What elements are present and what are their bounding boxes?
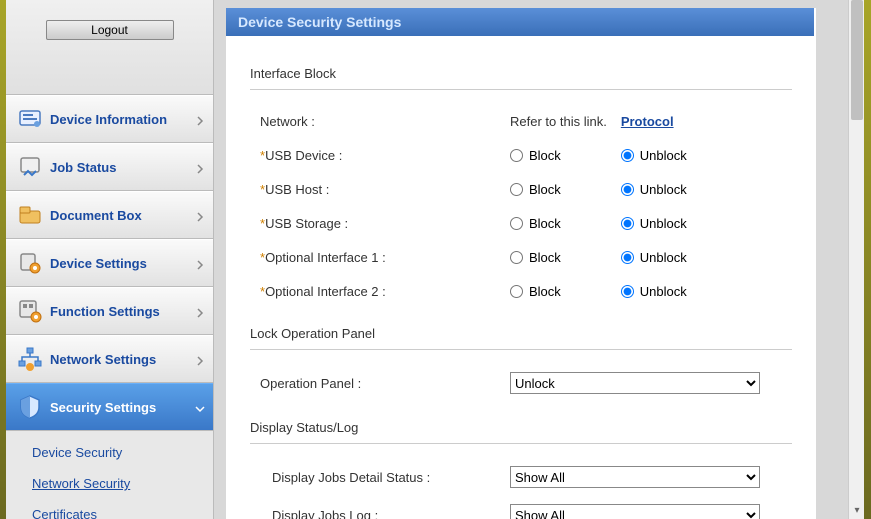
usb-storage-unblock[interactable]: Unblock	[621, 216, 687, 231]
chevron-right-icon	[195, 306, 205, 316]
nav-label: Security Settings	[50, 400, 156, 415]
row-label-opt-if2: Optional Interface 2 :	[265, 284, 386, 299]
row-label-usb-device: USB Device :	[265, 148, 342, 163]
subnav-network-security[interactable]: Network Security	[6, 468, 213, 499]
subnav-certificates[interactable]: Certificates	[6, 499, 213, 519]
nav-security-settings[interactable]: Security Settings	[6, 383, 213, 431]
row-optional-interface-1: *Optional Interface 1 : Block Unblock	[250, 240, 792, 274]
document-box-icon	[16, 201, 44, 229]
section-display-status-title: Display Status/Log	[250, 420, 792, 435]
nav-label: Document Box	[50, 208, 142, 223]
nav-function-settings[interactable]: Function Settings	[6, 287, 213, 335]
divider	[250, 443, 792, 444]
device-info-icon	[16, 105, 44, 133]
row-operation-panel: Operation Panel : Unlock	[250, 364, 792, 402]
row-usb-device: *USB Device : Block Unblock	[250, 138, 792, 172]
usb-device-block[interactable]: Block	[510, 148, 561, 163]
section-interface-block-title: Interface Block	[250, 66, 792, 81]
subnav-security: Device Security Network Security Certifi…	[6, 431, 213, 519]
usb-device-unblock[interactable]: Unblock	[621, 148, 687, 163]
divider	[250, 89, 792, 90]
chevron-down-icon	[195, 402, 205, 412]
row-label-operation-panel: Operation Panel :	[260, 376, 510, 391]
sidebar: Logout Device Information Job Status Doc…	[6, 0, 214, 519]
chevron-right-icon	[195, 162, 205, 172]
usb-host-unblock[interactable]: Unblock	[621, 182, 687, 197]
nav-label: Network Settings	[50, 352, 156, 367]
jobs-detail-status-select[interactable]: Show All	[510, 466, 760, 488]
nav-device-information[interactable]: Device Information	[6, 95, 213, 143]
network-hint: Refer to this link.	[510, 114, 607, 129]
nav-label: Device Information	[50, 112, 167, 127]
subnav-device-security[interactable]: Device Security	[6, 437, 213, 468]
jobs-log-select[interactable]: Show All	[510, 504, 760, 519]
scroll-down-icon[interactable]: ▾	[852, 505, 862, 515]
row-usb-storage: *USB Storage : Block Unblock	[250, 206, 792, 240]
row-label-usb-host: USB Host :	[265, 182, 329, 197]
chevron-right-icon	[195, 258, 205, 268]
settings-panel: Device Security Settings Interface Block…	[226, 8, 816, 519]
logout-area: Logout	[6, 0, 213, 95]
nav-job-status[interactable]: Job Status	[6, 143, 213, 191]
divider	[250, 349, 792, 350]
nav-label: Device Settings	[50, 256, 147, 271]
logout-button[interactable]: Logout	[46, 20, 174, 40]
chevron-right-icon	[195, 210, 205, 220]
nav-label: Function Settings	[50, 304, 160, 319]
opt-if1-block[interactable]: Block	[510, 250, 561, 265]
opt-if1-unblock[interactable]: Unblock	[621, 250, 687, 265]
vertical-scrollbar[interactable]: ▾	[848, 0, 864, 519]
nav-document-box[interactable]: Document Box	[6, 191, 213, 239]
row-jobs-log: Display Jobs Log : Show All	[250, 496, 792, 519]
nav-label: Job Status	[50, 160, 116, 175]
section-lock-panel-title: Lock Operation Panel	[250, 326, 792, 341]
scrollbar-thumb[interactable]	[851, 0, 863, 120]
row-label-usb-storage: USB Storage :	[265, 216, 348, 231]
function-settings-icon	[16, 297, 44, 325]
row-jobs-detail-status: Display Jobs Detail Status : Show All	[250, 458, 792, 496]
nav-network-settings[interactable]: Network Settings	[6, 335, 213, 383]
chevron-right-icon	[195, 114, 205, 124]
nav-device-settings[interactable]: Device Settings	[6, 239, 213, 287]
shield-icon	[16, 393, 44, 421]
network-settings-icon	[16, 345, 44, 373]
row-label-jobs-detail: Display Jobs Detail Status :	[272, 470, 510, 485]
row-optional-interface-2: *Optional Interface 2 : Block Unblock	[250, 274, 792, 308]
opt-if2-block[interactable]: Block	[510, 284, 561, 299]
protocol-link[interactable]: Protocol	[621, 114, 674, 129]
row-network: Network : Refer to this link. Protocol	[250, 104, 792, 138]
opt-if2-unblock[interactable]: Unblock	[621, 284, 687, 299]
main-content: Device Security Settings Interface Block…	[214, 0, 864, 519]
operation-panel-select[interactable]: Unlock	[510, 372, 760, 394]
panel-title: Device Security Settings	[226, 8, 814, 36]
device-settings-icon	[16, 249, 44, 277]
row-usb-host: *USB Host : Block Unblock	[250, 172, 792, 206]
row-label-network: Network :	[260, 114, 510, 129]
usb-host-block[interactable]: Block	[510, 182, 561, 197]
row-label-opt-if1: Optional Interface 1 :	[265, 250, 386, 265]
row-label-jobs-log: Display Jobs Log :	[272, 508, 510, 519]
job-status-icon	[16, 153, 44, 181]
usb-storage-block[interactable]: Block	[510, 216, 561, 231]
chevron-right-icon	[195, 354, 205, 364]
